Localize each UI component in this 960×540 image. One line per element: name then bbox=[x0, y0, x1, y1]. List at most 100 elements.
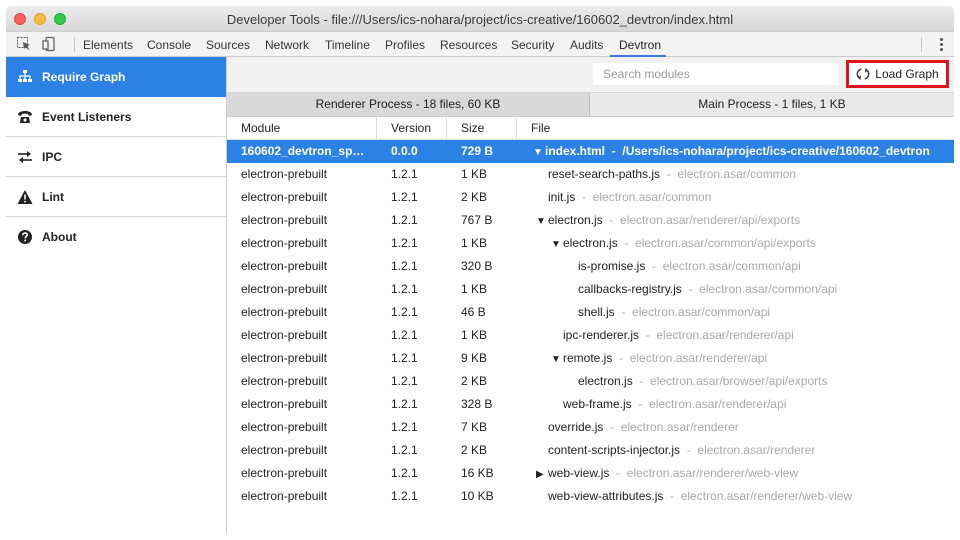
file-name: web-view-attributes.js bbox=[548, 489, 664, 503]
table-row[interactable]: electron-prebuilt 1.2.1 16 KB ▶ web-view.js … bbox=[227, 462, 954, 485]
column-header-file[interactable]: File bbox=[517, 117, 954, 140]
tab-renderer-process[interactable]: Renderer Process - 18 files, 60 KB bbox=[227, 93, 590, 116]
window-title: Developer Tools - file:///Users/ics-noha… bbox=[226, 12, 734, 27]
file-directory: electron.asar/common bbox=[592, 190, 712, 204]
version-cell: 1.2.1 bbox=[391, 466, 418, 480]
table-row[interactable]: electron-prebuilt 1.2.1 1 KB reset-search-p… bbox=[227, 163, 954, 186]
file-cell: reset-search-paths.js - electron.asar/co… bbox=[533, 163, 950, 186]
column-header-size[interactable]: Size bbox=[447, 117, 517, 140]
version-cell: 1.2.1 bbox=[391, 282, 418, 296]
module-cell: electron-prebuilt bbox=[241, 420, 328, 434]
size-cell: 328 B bbox=[461, 397, 493, 411]
module-table-body: 160602_devtron_spe... 0.0.0 729 B ▼ index.ht… bbox=[227, 140, 954, 508]
file-cell: ▼ electron.js - electron.asar/common/api/… bbox=[533, 232, 950, 256]
module-cell: electron-prebuilt bbox=[241, 328, 328, 342]
dir-separator: - bbox=[602, 213, 621, 227]
size-cell: 9 KB bbox=[461, 351, 488, 365]
file-name: is-promise.js bbox=[578, 259, 646, 273]
file-directory: electron.asar/browser/api/exports bbox=[650, 374, 828, 388]
sidebar-item-lint[interactable]: Lint bbox=[6, 177, 226, 217]
search-input[interactable] bbox=[593, 63, 838, 85]
dir-separator: - bbox=[609, 466, 627, 480]
size-cell: 2 KB bbox=[461, 374, 488, 388]
table-row[interactable]: electron-prebuilt 1.2.1 328 B web-frame.js … bbox=[227, 393, 954, 416]
inspect-element-icon[interactable] bbox=[16, 36, 32, 52]
table-row[interactable]: electron-prebuilt 1.2.1 2 KB electron.js - … bbox=[227, 370, 954, 393]
module-cell: electron-prebuilt bbox=[241, 236, 328, 250]
file-name: web-frame.js bbox=[563, 397, 632, 411]
title-bar: Developer Tools - file:///Users/ics-noha… bbox=[6, 6, 954, 32]
dir-separator: - bbox=[575, 190, 593, 204]
version-cell: 1.2.1 bbox=[391, 420, 418, 434]
device-mode-icon[interactable] bbox=[42, 36, 58, 52]
table-row[interactable]: electron-prebuilt 1.2.1 7 KB override.js - … bbox=[227, 416, 954, 439]
tab-devtron[interactable]: Devtron bbox=[619, 38, 661, 52]
dir-separator: - bbox=[639, 328, 657, 342]
size-cell: 16 KB bbox=[461, 466, 494, 480]
version-cell: 1.2.1 bbox=[391, 351, 418, 365]
file-cell: shell.js - electron.asar/common/api bbox=[533, 301, 950, 324]
table-row[interactable]: electron-prebuilt 1.2.1 767 B ▼ electron.js … bbox=[227, 209, 954, 232]
file-directory: electron.asar/renderer/api/exports bbox=[620, 213, 801, 227]
sidebar-item-ipc[interactable]: IPC bbox=[6, 137, 226, 177]
devtools-window: Developer Tools - file:///Users/ics-noha… bbox=[6, 6, 954, 534]
file-name: ipc-renderer.js bbox=[563, 328, 640, 342]
table-row[interactable]: electron-prebuilt 1.2.1 1 KB ▼ electron.js -… bbox=[227, 232, 954, 255]
version-cell: 1.2.1 bbox=[391, 489, 418, 503]
size-cell: 2 KB bbox=[461, 190, 488, 204]
file-cell: content-scripts-injector.js - electron.a… bbox=[533, 439, 950, 462]
tab-timeline[interactable]: Timeline bbox=[325, 38, 370, 52]
file-directory: electron.asar/renderer/api bbox=[656, 328, 794, 342]
dir-separator: - bbox=[681, 282, 700, 296]
size-cell: 2 KB bbox=[461, 443, 488, 457]
tab-audits[interactable]: Audits bbox=[570, 38, 603, 52]
tab-console[interactable]: Console bbox=[147, 38, 191, 52]
tab-sources[interactable]: Sources bbox=[206, 38, 250, 52]
table-row[interactable]: electron-prebuilt 1.2.1 320 B is-promise.js… bbox=[227, 255, 954, 278]
sidebar-item-require-graph[interactable]: Require Graph bbox=[6, 57, 226, 97]
tab-security[interactable]: Security bbox=[511, 38, 554, 52]
table-row[interactable]: 160602_devtron_spe... 0.0.0 729 B ▼ index.ht… bbox=[227, 140, 954, 163]
table-row[interactable]: electron-prebuilt 1.2.1 9 KB ▼ remote.js - e… bbox=[227, 347, 954, 370]
tab-resources[interactable]: Resources bbox=[440, 38, 497, 52]
table-row[interactable]: electron-prebuilt 1.2.1 10 KB web-view-attr… bbox=[227, 485, 954, 508]
caret-down-icon[interactable]: ▼ bbox=[533, 141, 545, 164]
tab-elements[interactable]: Elements bbox=[83, 38, 133, 52]
table-row[interactable]: electron-prebuilt 1.2.1 1 KB callbacks-regi… bbox=[227, 278, 954, 301]
file-directory: electron.asar/renderer bbox=[620, 420, 739, 434]
tab-profiles[interactable]: Profiles bbox=[385, 38, 425, 52]
file-name: content-scripts-injector.js bbox=[548, 443, 681, 457]
tab-main-process[interactable]: Main Process - 1 files, 1 KB bbox=[590, 93, 954, 116]
file-directory: electron.asar/common/api/exports bbox=[635, 236, 816, 250]
column-header-module[interactable]: Module bbox=[227, 117, 377, 140]
column-header-version[interactable]: Version bbox=[377, 117, 447, 140]
table-row[interactable]: electron-prebuilt 1.2.1 1 KB ipc-renderer.j… bbox=[227, 324, 954, 347]
table-row[interactable]: electron-prebuilt 1.2.1 2 KB content-script… bbox=[227, 439, 954, 462]
dir-separator: - bbox=[663, 489, 681, 503]
caret-down-icon[interactable]: ▼ bbox=[551, 233, 563, 256]
sidebar-item-label: Event Listeners bbox=[42, 110, 132, 124]
caret-down-icon[interactable]: ▼ bbox=[536, 210, 548, 233]
file-directory: electron.asar/renderer bbox=[697, 443, 816, 457]
version-cell: 1.2.1 bbox=[391, 236, 418, 250]
sidebar-item-label: About bbox=[42, 230, 77, 244]
table-row[interactable]: electron-prebuilt 1.2.1 2 KB init.js - elec… bbox=[227, 186, 954, 209]
sidebar-item-label: IPC bbox=[42, 150, 63, 164]
size-cell: 1 KB bbox=[461, 328, 488, 342]
file-directory: electron.asar/renderer/web-view bbox=[680, 489, 853, 503]
size-cell: 1 KB bbox=[461, 282, 488, 296]
sidebar-item-label: Lint bbox=[42, 190, 64, 204]
tab-network[interactable]: Network bbox=[265, 38, 309, 52]
more-options-icon[interactable] bbox=[940, 38, 944, 53]
caret-right-icon[interactable]: ▶ bbox=[536, 463, 548, 486]
search-bar: Load Graph bbox=[227, 57, 954, 93]
sidebar-item-event-listeners[interactable]: Event Listeners bbox=[6, 97, 226, 137]
module-cell: electron-prebuilt bbox=[241, 213, 328, 227]
sidebar-item-about[interactable]: About bbox=[6, 217, 226, 257]
load-graph-button[interactable]: Load Graph bbox=[846, 60, 949, 88]
process-tabs: Renderer Process - 18 files, 60 KB Main … bbox=[227, 93, 954, 117]
caret-down-icon[interactable]: ▼ bbox=[551, 348, 563, 371]
dir-separator: - bbox=[645, 259, 663, 273]
version-cell: 1.2.1 bbox=[391, 213, 418, 227]
table-row[interactable]: electron-prebuilt 1.2.1 46 B shell.js - ele… bbox=[227, 301, 954, 324]
